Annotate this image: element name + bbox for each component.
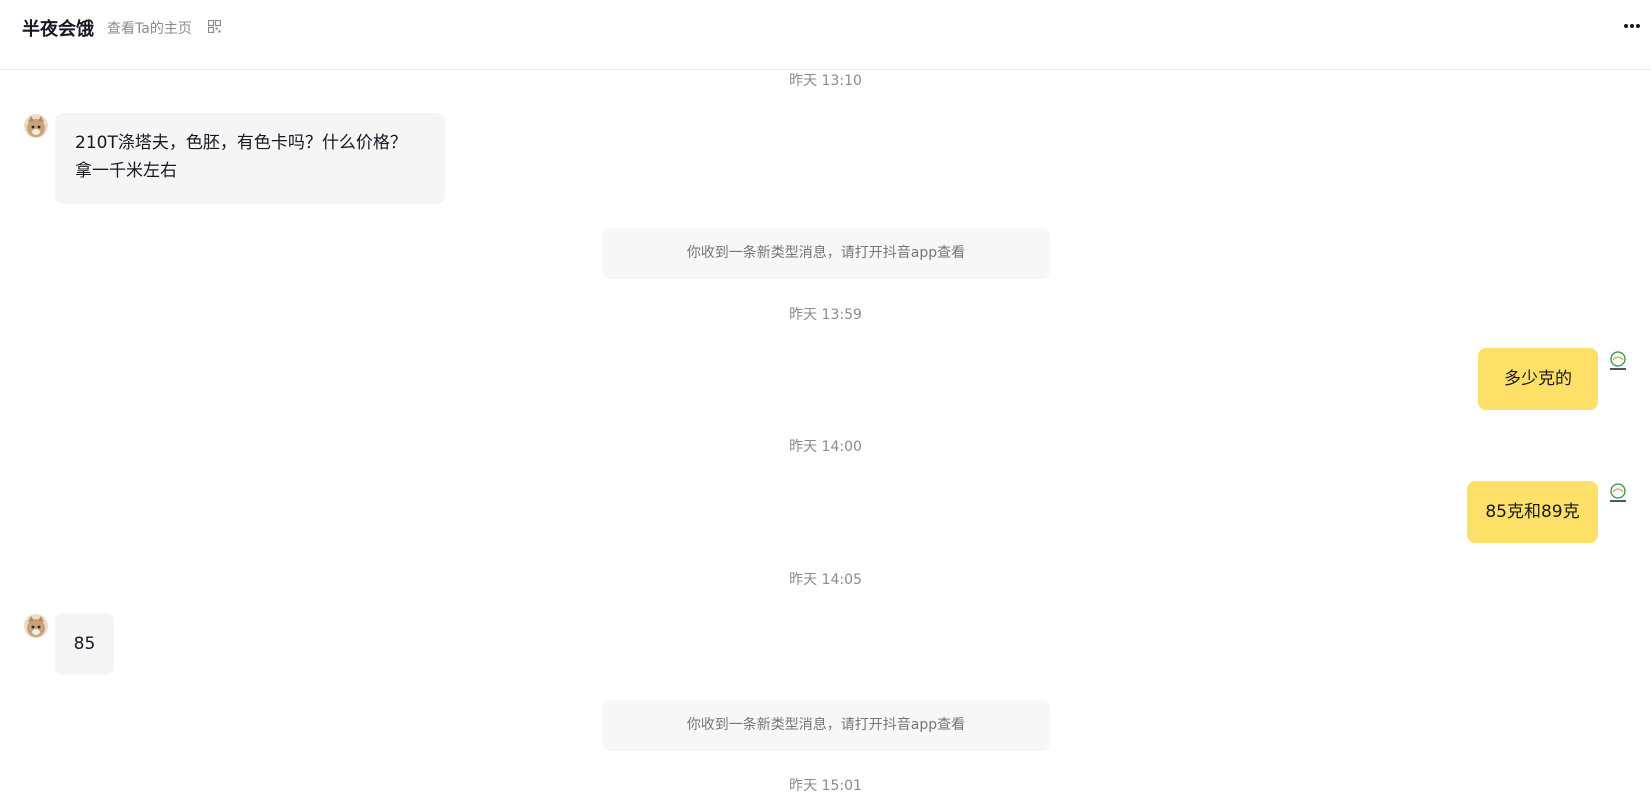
system-notice: 你收到一条新类型消息，请打开抖音app查看 [602,700,1050,751]
store-logo-avatar[interactable] [1606,482,1630,506]
outgoing-message[interactable]: 多少克的 [1478,348,1598,410]
more-icon[interactable] [1622,15,1642,35]
view-homepage-link[interactable]: 查看Ta的主页 [107,18,192,38]
system-notice: 你收到一条新类型消息，请打开抖音app查看 [602,228,1050,279]
timestamp: 昨天 14:00 [789,439,862,455]
timestamp: 昨天 13:10 [789,73,862,89]
timestamp: 昨天 14:05 [789,572,862,588]
timestamp: 昨天 15:01 [789,778,862,794]
cat-avatar[interactable] [24,614,48,638]
outgoing-message[interactable]: 85克和89克 [1467,481,1598,543]
incoming-message[interactable]: 210T涤塔夫，色胚，有色卡吗？什么价格？ 拿一千米左右 [55,113,445,204]
qr-code-icon[interactable] [208,20,221,33]
message-text: 210T涤塔夫，色胚，有色卡吗？什么价格？ [75,133,407,153]
store-logo-avatar[interactable] [1606,350,1630,374]
incoming-message[interactable]: 85 [55,613,114,675]
cat-avatar[interactable] [24,114,48,138]
message-text: 拿一千米左右 [75,161,177,181]
timestamp: 昨天 13:59 [789,307,862,323]
contact-name: 半夜会饿 [22,19,94,40]
chat-header: 半夜会饿 查看Ta的主页 [0,0,1651,70]
